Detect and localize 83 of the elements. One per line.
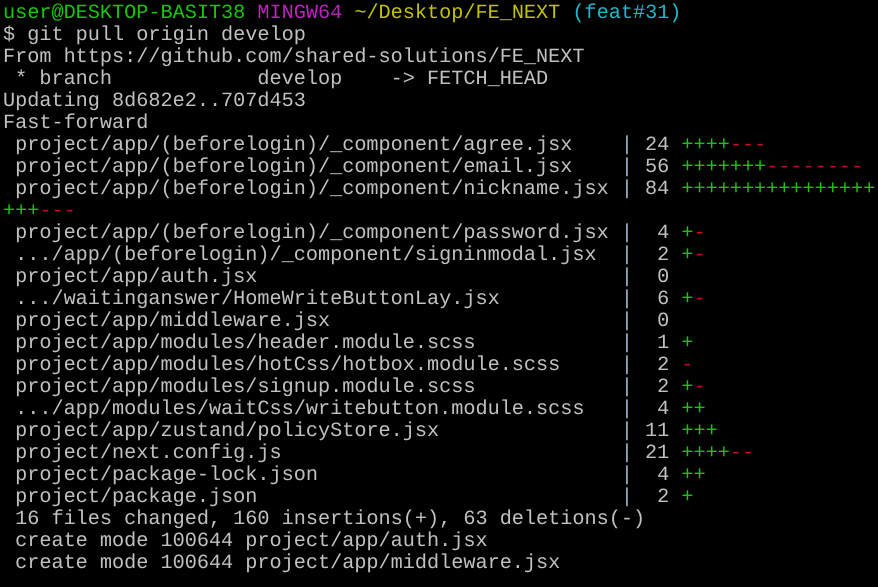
insertions-graph: + (681, 377, 694, 399)
file-path: project/app/(beforelogin)/_component/password.jsx (14, 223, 609, 245)
change-count: 84 (645, 179, 670, 201)
file-path: .../waitinganswer/HomeWriteButtonLay.jsx (14, 289, 501, 311)
file-path: .../app/(beforelogin)/_component/signinmodal.jsx (14, 245, 598, 267)
output-text: 16 files changed, 160 insertions(+), 63 deletions(-) (14, 509, 646, 531)
insertions-graph: ++ (681, 465, 706, 487)
file-path: project/package-lock.json (14, 465, 319, 487)
deletions-graph: - (694, 223, 706, 245)
insertions-graph: + (681, 223, 694, 245)
insertions-graph: + (681, 245, 694, 267)
change-count: 0 (656, 311, 670, 333)
file-path: project/app/(beforelogin)/_component/agree.jsx (14, 135, 574, 157)
insertions-graph: ++++++++++++++++ (681, 179, 876, 201)
file-path: project/package.json (14, 487, 258, 509)
column-separator: | (620, 377, 633, 399)
file-path: .../app/modules/waitCss/writebutton.module.scss (14, 399, 586, 421)
change-count: 6 (656, 289, 670, 311)
column-separator: | (620, 465, 633, 487)
file-path: project/app/middleware.jsx (14, 311, 332, 333)
deletions-graph: - (681, 355, 694, 377)
prompt-system: MINGW64 (257, 3, 342, 25)
insertions-graph: + (681, 333, 694, 355)
insertions-graph: ++++ (681, 443, 730, 465)
column-separator: | (620, 135, 633, 157)
insertions-graph: +++++++ (681, 157, 766, 179)
column-separator: | (620, 223, 633, 245)
deletions-graph: -- (730, 443, 754, 465)
change-count: 0 (656, 267, 670, 289)
file-path: project/app/zustand/policyStore.jsx (14, 421, 440, 443)
column-separator: | (620, 443, 633, 465)
column-separator: | (620, 355, 633, 377)
output-text: Updating 8d682e2..707d453 (3, 91, 306, 113)
change-count: 24 (645, 135, 670, 157)
file-path: project/app/auth.jsx (14, 267, 258, 289)
change-count: 21 (645, 443, 670, 465)
prompt-user-host: user@DESKTOP-BASIT38 (3, 3, 246, 25)
column-separator: | (620, 289, 633, 311)
insertions-graph: + (681, 487, 694, 509)
change-count: 2 (656, 355, 670, 377)
file-path: project/app/modules/header.module.scss (14, 333, 476, 355)
prompt-path: ~/Desktop/FE_NEXT (354, 3, 560, 25)
column-separator: | (620, 399, 633, 421)
output-text: create mode 100644 project/app/auth.jsx (14, 531, 488, 553)
column-separator: | (620, 421, 633, 443)
column-separator: | (620, 179, 633, 201)
column-separator: | (620, 487, 633, 509)
change-count: 1 (656, 333, 670, 355)
column-separator: | (620, 311, 633, 333)
change-count: 2 (656, 377, 670, 399)
file-path: project/app/modules/signup.module.scss (14, 377, 476, 399)
change-count: 56 (645, 157, 670, 179)
prompt-branch: (feat#31) (572, 3, 682, 25)
output-text: * branch develop -> FETCH_HEAD (14, 69, 548, 91)
column-separator: | (620, 267, 633, 289)
insertions-graph: ++ (681, 399, 706, 421)
change-count: 2 (656, 245, 670, 267)
deletions-graph: -------- (766, 157, 864, 179)
file-path: project/app/modules/hotCss/hotbox.module.scss (14, 355, 562, 377)
deletions-graph: --- (730, 135, 766, 157)
output-text: From https://github.com/shared-solutions/FE_NEXT (3, 47, 584, 69)
deletions-graph: - (694, 377, 706, 399)
column-separator: | (620, 245, 633, 267)
file-path: project/next.config.js (14, 443, 283, 465)
output-text: Fast-forward (3, 113, 148, 135)
deletions-graph: --- (39, 201, 76, 223)
deletions-graph: - (694, 245, 706, 267)
change-count: 11 (645, 421, 670, 443)
change-count: 4 (656, 465, 670, 487)
output-text: create mode 100644 project/app/middleware.jsx (14, 553, 560, 575)
command-text: $ git pull origin develop (3, 25, 306, 47)
change-count: 4 (656, 223, 670, 245)
column-separator: | (620, 333, 633, 355)
file-path: project/app/(beforelogin)/_component/nickname.jsx (14, 179, 609, 201)
deletions-graph: - (694, 289, 706, 311)
change-count: 4 (656, 399, 670, 421)
insertions-graph: + (681, 289, 694, 311)
change-count: 2 (656, 487, 670, 509)
insertions-graph: +++ (3, 201, 40, 223)
column-separator: | (620, 157, 633, 179)
file-path: project/app/(beforelogin)/_component/email.jsx (14, 157, 574, 179)
insertions-graph: ++++ (681, 135, 730, 157)
insertions-graph: +++ (681, 421, 718, 443)
